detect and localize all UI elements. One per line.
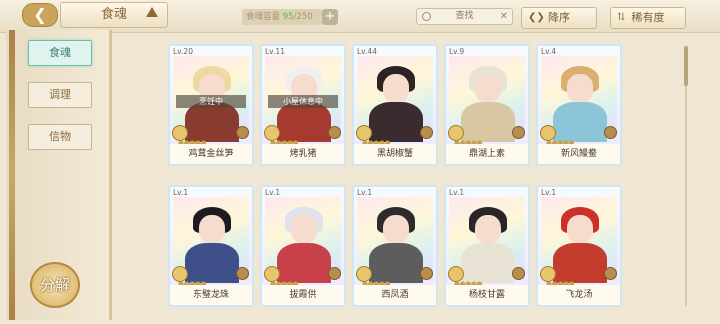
portrait-face xyxy=(383,215,409,243)
portrait-outfit xyxy=(461,102,515,142)
food-soul-card[interactable]: Lv.4 ●●●●● 新风鳗鲞 xyxy=(536,44,622,166)
dish-icon xyxy=(512,267,525,280)
sort-order-label: 降序 xyxy=(548,11,570,24)
card-level: Lv.1 xyxy=(173,188,189,197)
dish-icon xyxy=(328,267,341,280)
dish-icon xyxy=(328,126,341,139)
search-placeholder: 查找 xyxy=(455,11,474,21)
search-input[interactable]: 查找 ✕ xyxy=(416,8,513,25)
sort-arrows-icon: ⇅ xyxy=(617,12,626,23)
card-level: Lv.1 xyxy=(449,188,465,197)
card-grid: Lv.20 烹饪中 ●●●●● 鸡茸金丝笋 Lv.11 小屋休息中 ●●●●● 烤乳猪 Lv.4… xyxy=(116,36,694,324)
portrait-face xyxy=(291,215,317,243)
food-soul-card[interactable]: Lv.11 小屋休息中 ●●●●● 烤乳猪 xyxy=(260,44,346,166)
food-soul-card[interactable]: Lv.1 ●●●●● 飞龙汤 xyxy=(536,185,622,307)
card-level: Lv.11 xyxy=(265,47,285,56)
card-level: Lv.4 xyxy=(541,47,557,56)
capacity-label: 食魂容量 xyxy=(246,12,281,22)
back-arrow-icon: ❮ xyxy=(33,5,47,24)
food-soul-card[interactable]: Lv.1 ●●●●● 杨枝甘露 xyxy=(444,185,530,307)
card-level: Lv.1 xyxy=(265,188,281,197)
card-level: Lv.9 xyxy=(449,47,465,56)
card-name: 鼎湖上素 xyxy=(446,144,528,164)
dish-icon xyxy=(236,267,249,280)
card-name: 鸡茸金丝笋 xyxy=(170,144,252,164)
dish-icon xyxy=(420,126,433,139)
grid-scroll-thumb[interactable] xyxy=(684,46,688,86)
sort-order-button[interactable]: ❮❯ 降序 xyxy=(521,7,597,29)
clear-icon[interactable]: ✕ xyxy=(500,9,508,24)
portrait-outfit xyxy=(185,102,239,142)
card-name: 杨枝甘露 xyxy=(446,285,528,305)
sort-rarity-button[interactable]: ⇅ 稀有度 xyxy=(610,7,686,29)
card-name: 新风鳗鲞 xyxy=(538,144,620,164)
card-name: 西凤酒 xyxy=(354,285,436,305)
dish-icon xyxy=(604,267,617,280)
food-soul-card[interactable]: Lv.20 烹饪中 ●●●●● 鸡茸金丝笋 xyxy=(168,44,254,166)
back-button[interactable]: ❮ xyxy=(22,3,58,27)
card-level: Lv.20 xyxy=(173,47,193,56)
crown-icon xyxy=(146,7,158,17)
portrait-outfit xyxy=(369,102,423,142)
portrait-face xyxy=(567,215,593,243)
food-soul-card[interactable]: Lv.1 ●●●●● 西凤酒 xyxy=(352,185,438,307)
dish-icon xyxy=(236,126,249,139)
sort-rarity-label: 稀有度 xyxy=(631,11,665,24)
card-status: 小屋休息中 xyxy=(268,95,338,108)
card-level: Lv.44 xyxy=(357,47,377,56)
sidebar-item-cooking[interactable]: 调理 xyxy=(28,82,92,108)
dish-icon xyxy=(604,126,617,139)
food-soul-card[interactable]: Lv.9 ●●●●● 鼎湖上素 xyxy=(444,44,530,166)
portrait-face xyxy=(475,74,501,102)
portrait-face xyxy=(199,215,225,243)
portrait-face xyxy=(567,74,593,102)
portrait-outfit xyxy=(461,243,515,283)
card-name: 黑胡椒蟹 xyxy=(354,144,436,164)
portrait-outfit xyxy=(553,102,607,142)
card-name: 拔霞供 xyxy=(262,285,344,305)
capacity-current: 95 xyxy=(282,12,294,22)
food-soul-card[interactable]: Lv.44 ●●●●● 黑胡椒蟹 xyxy=(352,44,438,166)
food-soul-card[interactable]: Lv.1 ●●●●● 东璧龙珠 xyxy=(168,185,254,307)
portrait-outfit xyxy=(185,243,239,283)
dish-icon xyxy=(512,126,525,139)
food-soul-card[interactable]: Lv.1 ●●●●● 拔霞供 xyxy=(260,185,346,307)
card-name: 东璧龙珠 xyxy=(170,285,252,305)
dish-icon xyxy=(420,267,433,280)
capacity-max: /250 xyxy=(293,12,313,22)
capacity-display: 食魂容量 95/250 xyxy=(242,9,322,25)
portrait-face xyxy=(383,74,409,102)
sort-toggle-icon: ❮❯ xyxy=(528,12,545,23)
decompose-button[interactable]: 分解 xyxy=(30,262,80,308)
card-status: 烹饪中 xyxy=(176,95,246,108)
sidebar-scroll-rail xyxy=(9,30,15,320)
portrait-outfit xyxy=(369,243,423,283)
add-capacity-button[interactable]: + xyxy=(322,9,338,25)
card-level: Lv.1 xyxy=(541,188,557,197)
portrait-outfit xyxy=(277,243,331,283)
sidebar-item-food-souls[interactable]: 食魂 xyxy=(28,40,92,66)
card-name: 飞龙汤 xyxy=(538,285,620,305)
portrait-face xyxy=(475,215,501,243)
portrait-outfit xyxy=(277,102,331,142)
card-level: Lv.1 xyxy=(357,188,373,197)
portrait-outfit xyxy=(553,243,607,283)
sidebar-item-tokens[interactable]: 信物 xyxy=(28,124,92,150)
card-name: 烤乳猪 xyxy=(262,144,344,164)
